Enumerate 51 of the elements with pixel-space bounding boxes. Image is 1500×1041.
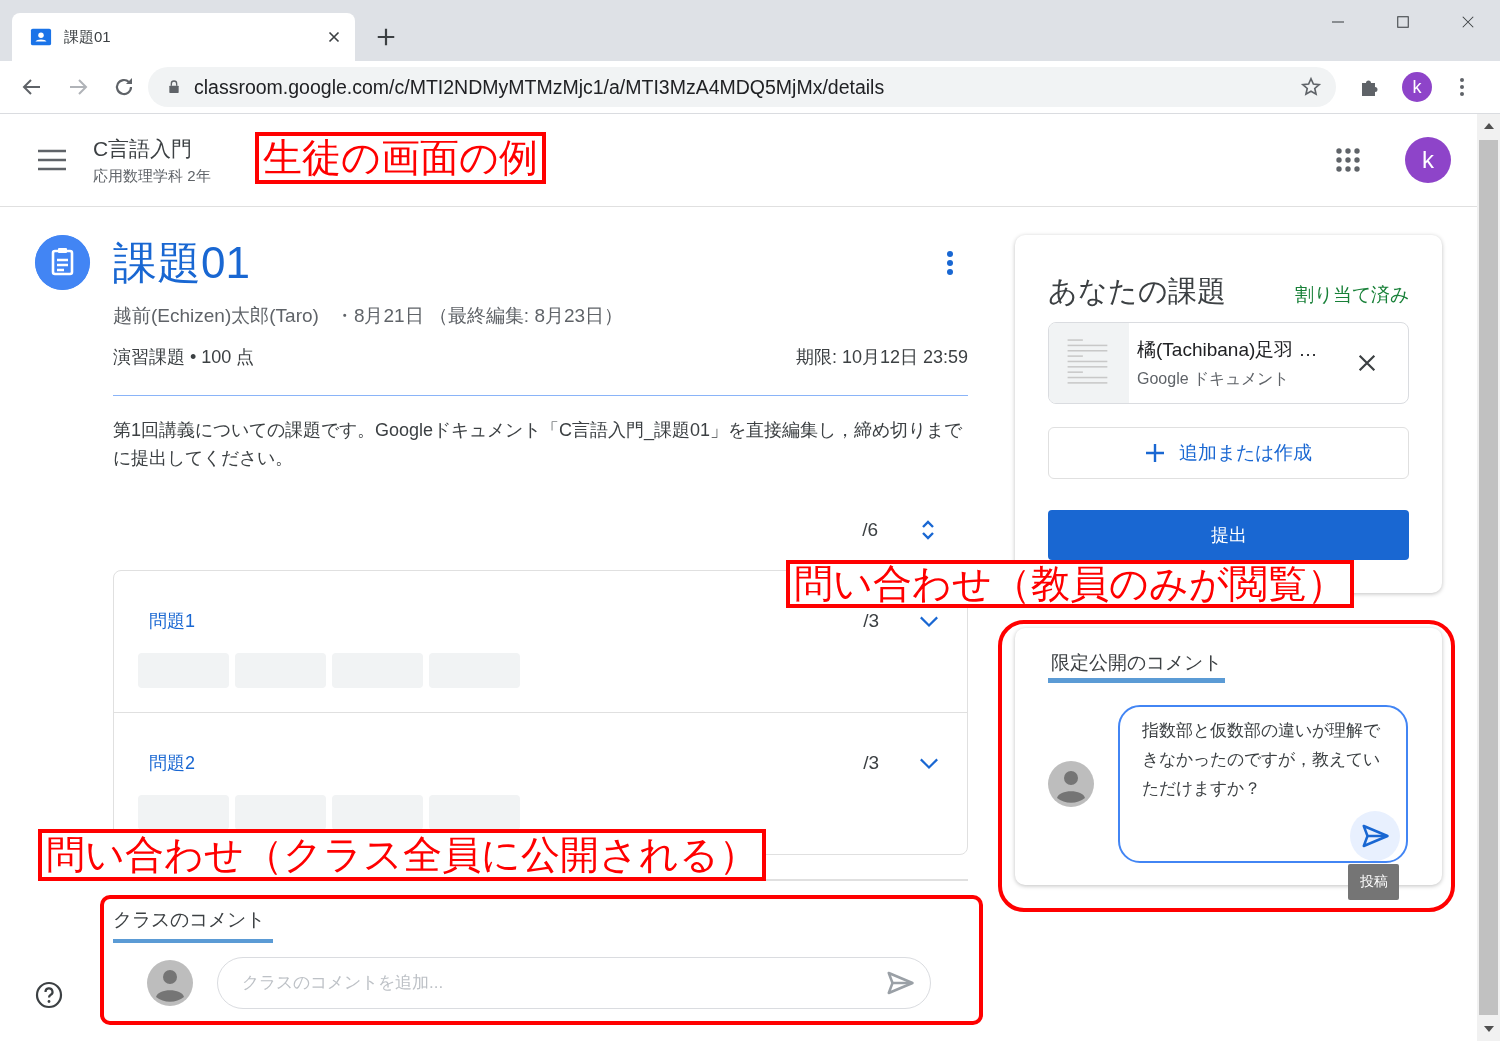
assignment-category: 演習課題 • 100 点 xyxy=(113,346,255,369)
post-date: ・8月21日 （最終編集: 8月23日） xyxy=(334,304,624,328)
assignment-icon xyxy=(35,235,90,290)
your-work-title: あなたの課題 xyxy=(1048,274,1226,309)
post-tooltip: 投稿 xyxy=(1348,864,1399,900)
plus-icon xyxy=(1145,443,1165,463)
annotation-label: 問い合わせ（教員のみが閲覧） xyxy=(786,560,1354,608)
criterion-title: 問題2 xyxy=(149,752,196,775)
scrollbar[interactable] xyxy=(1477,114,1500,1041)
comment-text-area[interactable]: 指数部と仮数部の違いが理解できなかったのですが，教えていただけますか？ xyxy=(1118,705,1408,863)
address-bar[interactable]: classroom.google.com/c/MTI2NDMyMTMzMjc1/a/MTI3MzA4MDQ5MjMx/details xyxy=(148,67,1336,107)
assignment-description: 第1回講義についての課題です。Googleドキュメント「C言語入門_課題01」を直接編集し，締め切りまでに提出してください。 xyxy=(113,419,964,470)
profile-avatar[interactable]: k xyxy=(1402,72,1432,102)
comment-input-field[interactable]: クラスのコメントを追加... xyxy=(217,957,931,1009)
submit-button[interactable]: 提出 xyxy=(1048,510,1409,560)
criterion-points: /3 xyxy=(863,610,879,632)
assignment-title: 課題01 xyxy=(113,236,250,289)
user-avatar xyxy=(1048,761,1094,807)
url-text: classroom.google.com/c/MTI2NDMyMTMzMjc1/a/MTI3MzA4MDQ5MjMx/details xyxy=(194,75,886,99)
lock-icon xyxy=(166,79,182,95)
private-comments-heading: 限定公開のコメント xyxy=(1048,650,1225,683)
new-tab-plus-icon[interactable] xyxy=(375,26,397,48)
send-button[interactable] xyxy=(1350,811,1400,861)
criterion-points: /3 xyxy=(863,752,879,774)
menu-icon[interactable] xyxy=(38,149,66,171)
classroom-favicon-icon xyxy=(30,26,52,48)
criterion-title: 問題1 xyxy=(149,610,196,633)
course-section: 応用数理学科 2年 xyxy=(93,166,211,186)
close-icon[interactable] xyxy=(1356,352,1378,374)
comment-draft: 指数部と仮数部の違いが理解できなかったのですが，教えていただけますか？ xyxy=(1142,720,1381,800)
class-comments-heading: クラスのコメント xyxy=(113,907,273,943)
attachment-type: Google ドキュメント xyxy=(1137,368,1291,389)
more-options-icon[interactable] xyxy=(946,250,954,276)
user-avatar xyxy=(147,960,193,1006)
account-avatar[interactable]: k xyxy=(1405,137,1451,183)
author-name: 越前(Echizen)太郎(Taro) xyxy=(113,304,319,328)
annotation-label: 問い合わせ（クラス全員に公開される） xyxy=(38,829,766,881)
attachment-name: 橘(Tachibana)足羽 … xyxy=(1137,337,1319,362)
rubric-total-points: /6 xyxy=(862,519,878,541)
help-icon[interactable] xyxy=(35,981,63,1009)
work-status: 割り当て済み xyxy=(1295,283,1409,307)
due-date: 期限: 10月12日 23:59 xyxy=(795,346,968,369)
attachment-card[interactable]: 橘(Tachibana)足羽 … Google ドキュメント xyxy=(1048,322,1409,404)
star-icon[interactable] xyxy=(1300,76,1322,98)
apps-grid-icon[interactable] xyxy=(1335,147,1361,173)
annotation-label: 生徒の画面の例 xyxy=(255,132,546,184)
browser-tab[interactable]: 課題01 xyxy=(12,13,355,61)
course-title[interactable]: C言語入門 xyxy=(93,134,211,163)
add-or-create-button[interactable]: 追加または作成 xyxy=(1048,427,1409,479)
tab-title: 課題01 xyxy=(64,27,112,47)
scrollbar-thumb[interactable] xyxy=(1479,140,1498,1015)
